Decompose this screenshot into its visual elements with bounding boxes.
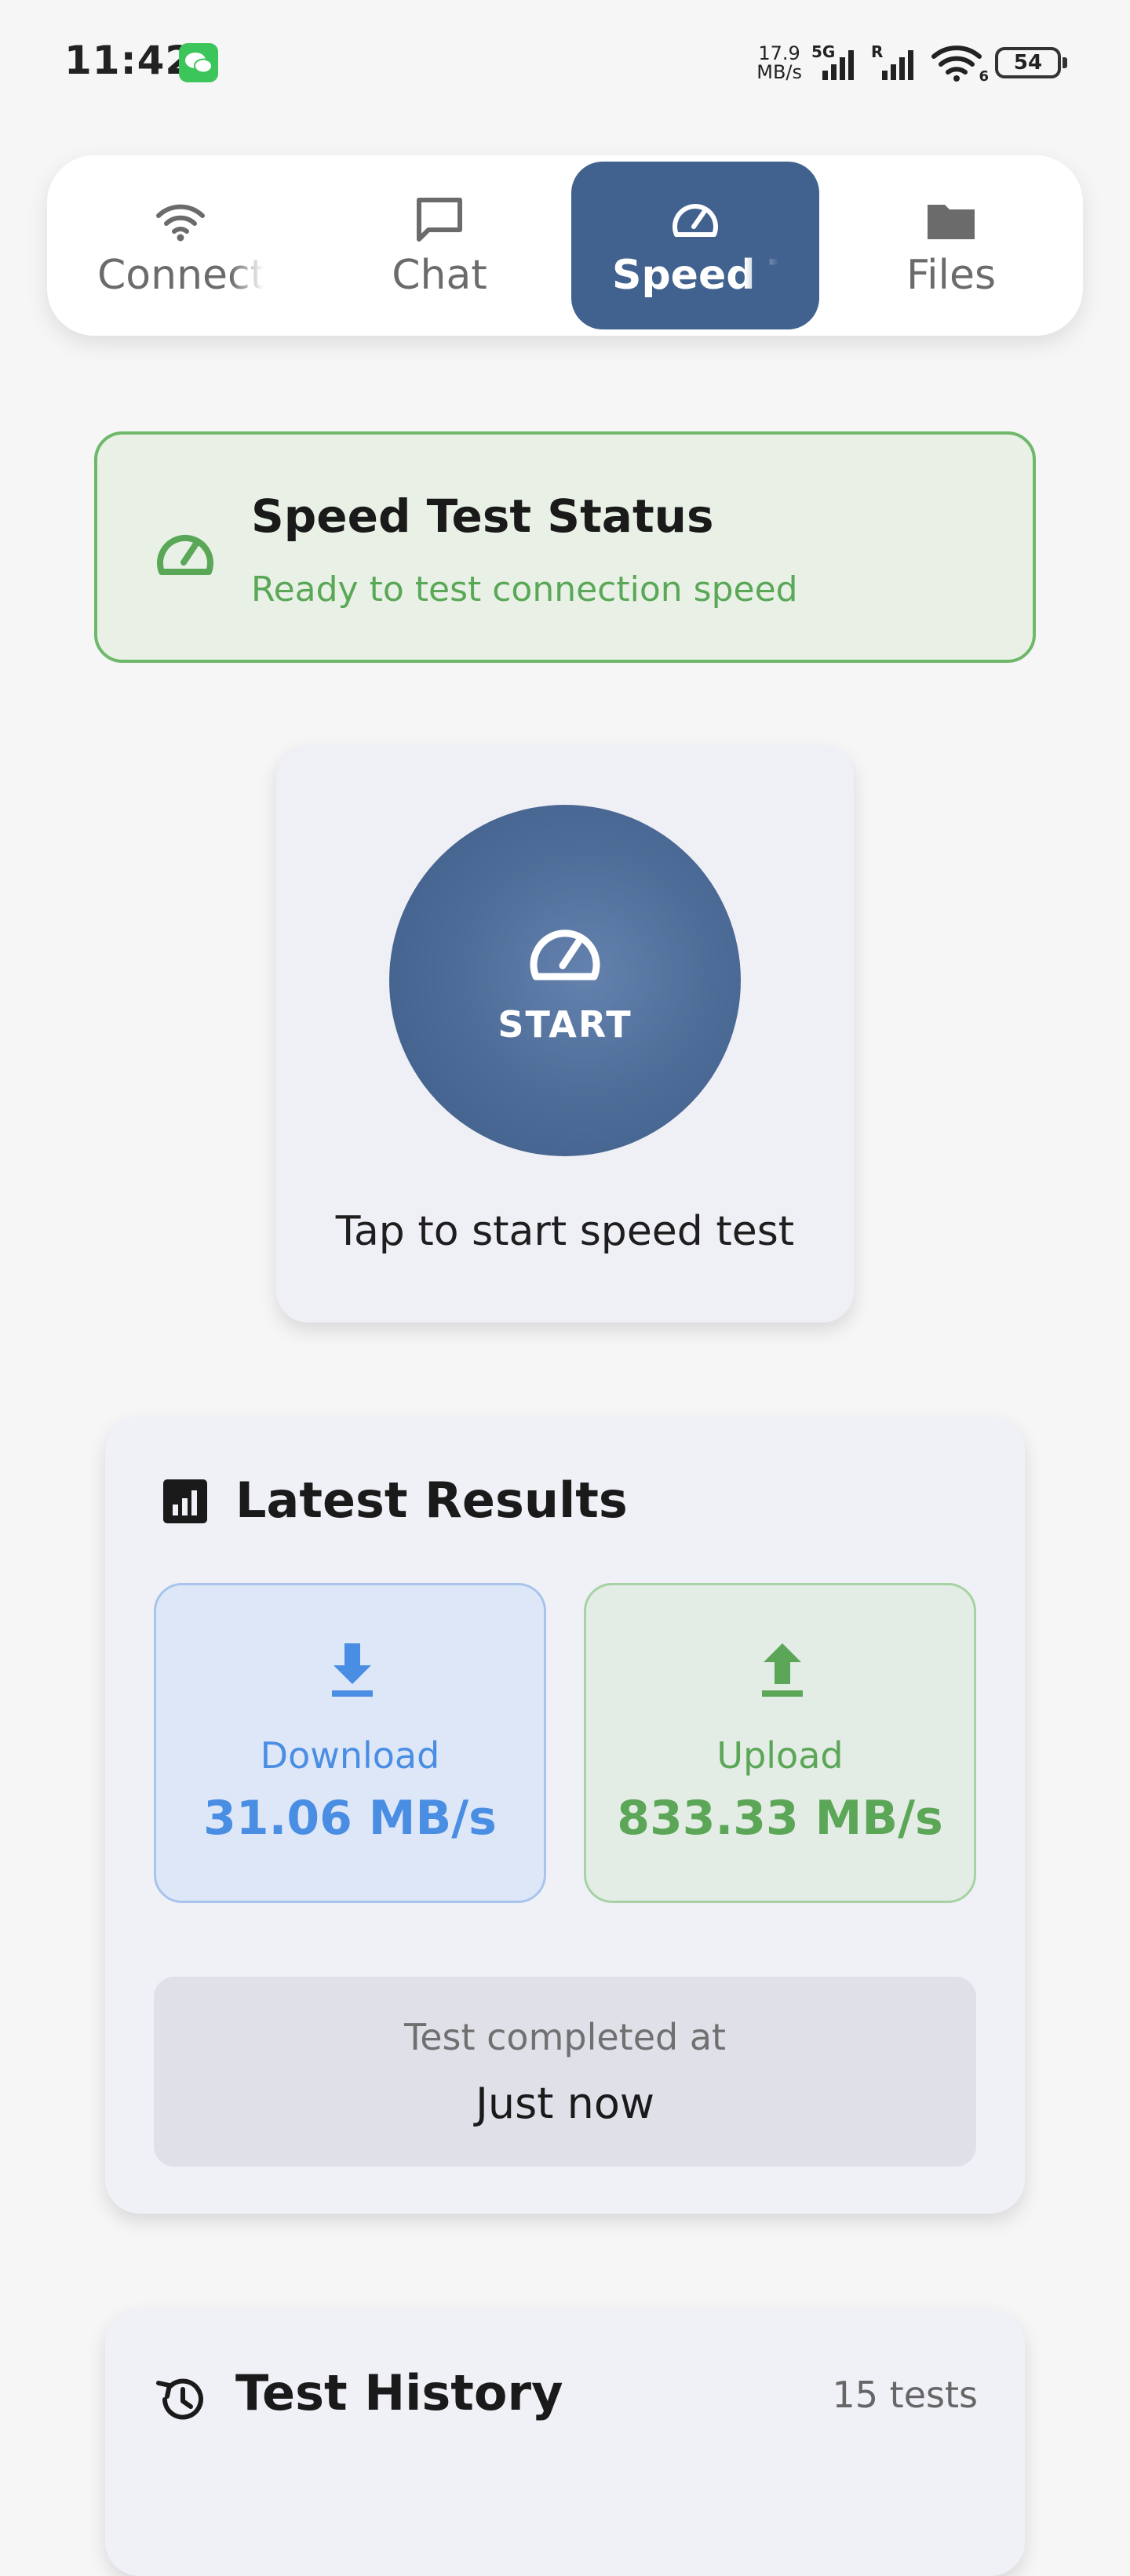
status-time: 11:42 <box>64 38 194 83</box>
cellular-signal-icon: 5G <box>811 42 862 83</box>
network-speed-unit: MB/s <box>756 61 802 83</box>
network-speed-value: 17.9 <box>758 42 800 64</box>
status-card-subtitle: Ready to test connection speed <box>251 569 798 609</box>
tab-speed-test[interactable]: Speed Test <box>571 162 819 329</box>
wechat-notification-icon <box>179 43 218 82</box>
latest-results-title: Latest Results <box>235 1472 628 1529</box>
test-completed-label: Test completed at <box>403 2016 727 2058</box>
tab-chat[interactable]: Chat <box>315 162 563 329</box>
wifi-status-icon: 6 <box>931 42 989 85</box>
start-button[interactable]: START <box>389 805 741 1156</box>
start-hint-text: Tap to start speed test <box>335 1208 795 1255</box>
tab-connect[interactable]: Connect <box>56 162 304 329</box>
tab-files[interactable]: Files <box>827 162 1075 329</box>
test-completed-value: Just now <box>475 2079 655 2128</box>
upload-value: 833.33 MB/s <box>617 1791 943 1846</box>
test-history-card: Test History 15 tests <box>105 2309 1025 2576</box>
status-card-title: Speed Test Status <box>251 489 714 543</box>
tab-files-label: Files <box>906 252 997 299</box>
download-icon <box>332 1643 373 1697</box>
tab-speed-test-label: Speed Test <box>612 252 778 299</box>
cellular-signal-2-icon: R <box>871 42 921 83</box>
speedometer-icon <box>530 930 600 981</box>
bar-chart-icon <box>163 1479 207 1523</box>
test-completed-box: Test completed at Just now <box>154 1977 976 2167</box>
wifi-icon <box>156 204 205 242</box>
history-icon <box>156 2378 203 2420</box>
latest-results-card: Latest Results Download 31.06 MB/s Uploa… <box>105 1417 1025 2214</box>
tab-connect-label: Connect <box>97 252 264 299</box>
speedometer-icon <box>157 534 213 575</box>
test-history-title: Test History <box>235 2364 563 2421</box>
download-value: 31.06 MB/s <box>203 1791 497 1846</box>
tab-bar: Connect Chat Speed Test Files <box>47 155 1083 336</box>
start-button-label: START <box>498 1003 632 1046</box>
tab-chat-label: Chat <box>392 252 487 299</box>
network-speed: 17.9 MB/s <box>756 44 802 82</box>
upload-icon <box>762 1643 803 1697</box>
chat-icon <box>417 198 462 242</box>
status-indicators: 17.9 MB/s 5G R 6 54 <box>756 41 1067 85</box>
speed-test-status-card: Speed Test Status Ready to test connecti… <box>94 431 1036 663</box>
battery-indicator: 54 <box>995 47 1067 78</box>
speedometer-icon <box>673 204 718 237</box>
test-history-count: 15 tests <box>832 2374 978 2416</box>
download-label: Download <box>260 1734 440 1777</box>
upload-result: Upload 833.33 MB/s <box>584 1583 976 1903</box>
upload-label: Upload <box>716 1734 844 1777</box>
status-bar: 11:42 17.9 MB/s 5G R 6 54 <box>0 0 1130 126</box>
download-result: Download 31.06 MB/s <box>154 1583 546 1903</box>
start-test-card: START Tap to start speed test <box>276 745 854 1323</box>
folder-icon <box>928 205 975 239</box>
wifi-version-tag: 6 <box>979 68 989 85</box>
